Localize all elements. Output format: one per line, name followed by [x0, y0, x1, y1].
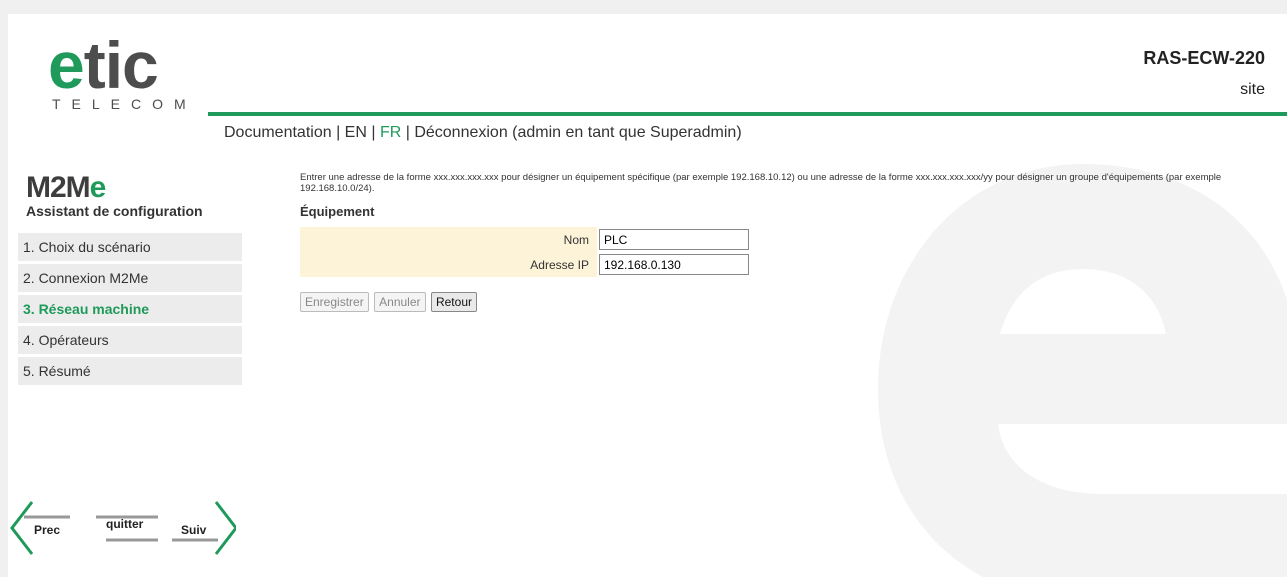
- wizard-steps-menu: 1. Choix du scénario 2. Connexion M2Me 3…: [18, 233, 242, 388]
- form-row-name: Nom: [300, 227, 753, 252]
- etic-telecom-logo: etic TELECOM: [48, 32, 197, 112]
- back-button[interactable]: Retour: [430, 292, 477, 312]
- documentation-link[interactable]: Documentation: [224, 124, 332, 141]
- nav-separator: |: [366, 124, 380, 141]
- nav-separator: |: [401, 124, 415, 141]
- ip-address-label: Adresse IP: [300, 252, 597, 277]
- language-en-link[interactable]: EN: [345, 124, 367, 141]
- nav-separator: |: [331, 124, 345, 141]
- top-navigation: Documentation | EN | FR | Déconnexion (a…: [224, 124, 742, 142]
- help-text: Entrer une adresse de la forme xxx.xxx.x…: [300, 172, 1222, 194]
- cancel-button[interactable]: Annuler: [374, 292, 426, 312]
- save-button[interactable]: Enregistrer: [300, 292, 369, 312]
- ip-address-input[interactable]: [599, 254, 749, 275]
- m2me-title: M2Me: [26, 171, 106, 204]
- step-m2me-connection[interactable]: 2. Connexion M2Me: [18, 264, 242, 292]
- next-button[interactable]: Suiv: [181, 523, 206, 537]
- equipment-form: Nom Adresse IP: [300, 227, 753, 277]
- logo-subtitle: TELECOM: [52, 96, 197, 112]
- section-title: Équipement: [300, 204, 375, 219]
- m2me-logo: M2Me Assistant de configuration: [26, 171, 203, 220]
- device-site: site: [1240, 81, 1265, 98]
- step-operators[interactable]: 4. Opérateurs: [18, 326, 242, 354]
- name-label: Nom: [300, 227, 597, 252]
- logo-wordmark: etic: [48, 28, 159, 102]
- form-buttons: Enregistrer Annuler Retour: [300, 292, 1270, 312]
- wizard-navigation: Prec quitter Suiv: [10, 500, 236, 556]
- quit-button[interactable]: quitter: [106, 517, 143, 531]
- wizard-subtitle: Assistant de configuration: [26, 203, 203, 219]
- device-name: RAS-ECW-220: [1143, 48, 1265, 68]
- prev-button[interactable]: Prec: [34, 523, 60, 537]
- logout-link[interactable]: Déconnexion (admin en tant que Superadmi…: [414, 124, 741, 141]
- form-row-ip: Adresse IP: [300, 252, 753, 277]
- main-content: Entrer une adresse de la forme xxx.xxx.x…: [300, 172, 1270, 312]
- step-machine-network[interactable]: 3. Réseau machine: [18, 295, 242, 323]
- step-scenario[interactable]: 1. Choix du scénario: [18, 233, 242, 261]
- app-frame: etic TELECOM RAS-ECW-220 site Documentat…: [8, 14, 1287, 577]
- language-fr-link[interactable]: FR: [380, 124, 401, 141]
- step-summary[interactable]: 5. Résumé: [18, 357, 242, 385]
- name-input[interactable]: [599, 229, 749, 250]
- header-divider: [208, 112, 1287, 116]
